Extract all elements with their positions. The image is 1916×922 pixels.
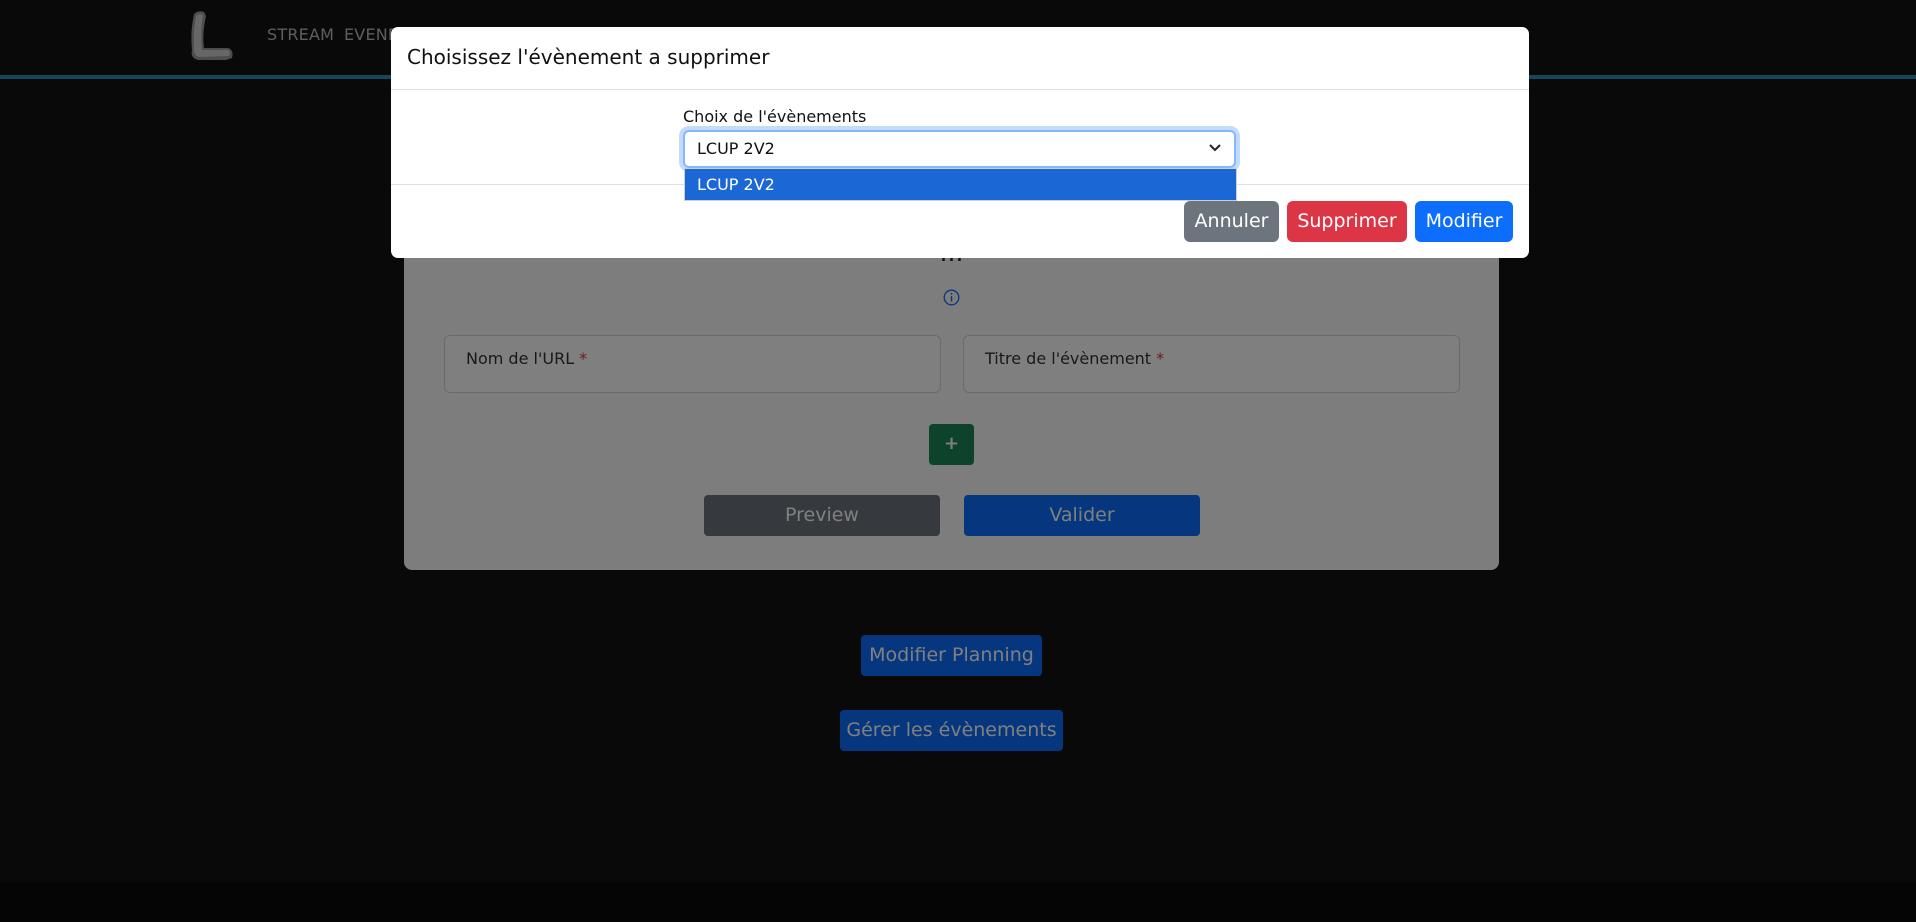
modal-header: Choisissez l'évènement a supprimer — [391, 27, 1529, 90]
modifier-button[interactable]: Modifier — [1415, 201, 1513, 242]
delete-event-modal: Choisissez l'évènement a supprimer Choix… — [391, 27, 1529, 258]
modal-title: Choisissez l'évènement a supprimer — [407, 45, 770, 69]
annuler-button[interactable]: Annuler — [1184, 201, 1279, 242]
event-select[interactable]: LCUP 2V2 — [683, 130, 1236, 168]
select-label: Choix de l'évènements — [683, 107, 867, 126]
event-select-value: LCUP 2V2 — [697, 139, 775, 158]
supprimer-button[interactable]: Supprimer — [1287, 201, 1407, 242]
dropdown-option-selected[interactable]: LCUP 2V2 — [684, 168, 1237, 201]
chevron-down-icon — [1209, 144, 1221, 152]
